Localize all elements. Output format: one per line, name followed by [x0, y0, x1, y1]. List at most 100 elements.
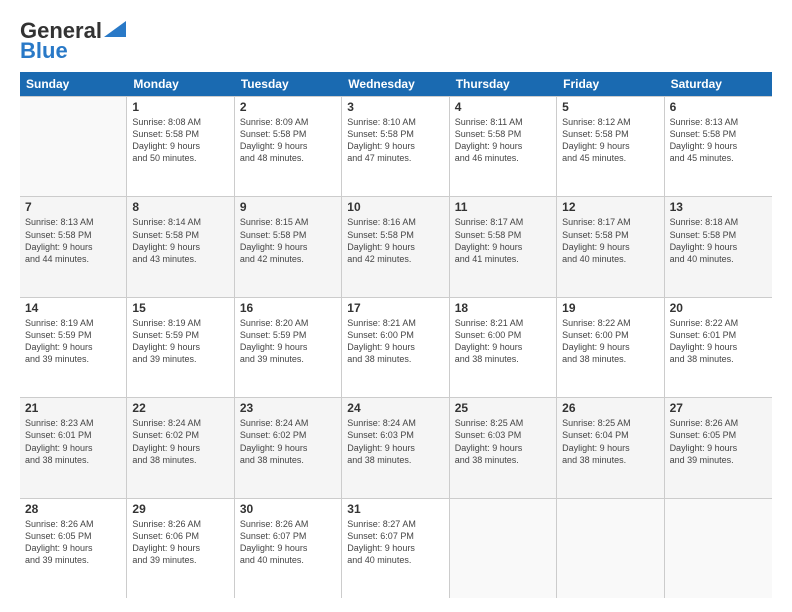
cell-info-line: Sunset: 5:58 PM [562, 128, 658, 140]
calendar-cell: 18Sunrise: 8:21 AMSunset: 6:00 PMDayligh… [450, 298, 557, 397]
cell-info-line: Sunrise: 8:27 AM [347, 518, 443, 530]
cell-info-line: Sunset: 5:59 PM [132, 329, 228, 341]
cell-info-line: Sunset: 5:59 PM [240, 329, 336, 341]
cell-info-line: and 42 minutes. [347, 253, 443, 265]
day-number: 8 [132, 200, 228, 214]
calendar-cell: 28Sunrise: 8:26 AMSunset: 6:05 PMDayligh… [20, 499, 127, 598]
cell-info-line: Sunrise: 8:18 AM [670, 216, 767, 228]
cell-info-line: Sunrise: 8:21 AM [455, 317, 551, 329]
cell-info-line: Sunrise: 8:25 AM [455, 417, 551, 429]
day-number: 1 [132, 100, 228, 114]
day-number: 28 [25, 502, 121, 516]
day-number: 4 [455, 100, 551, 114]
cell-info-line: Sunset: 5:58 PM [25, 229, 121, 241]
day-number: 21 [25, 401, 121, 415]
calendar-cell: 1Sunrise: 8:08 AMSunset: 5:58 PMDaylight… [127, 97, 234, 196]
calendar-cell: 6Sunrise: 8:13 AMSunset: 5:58 PMDaylight… [665, 97, 772, 196]
day-number: 27 [670, 401, 767, 415]
cell-info-line: and 43 minutes. [132, 253, 228, 265]
cell-info-line: and 38 minutes. [347, 353, 443, 365]
cell-info-line: Sunset: 5:58 PM [670, 128, 767, 140]
cell-info-line: Daylight: 9 hours [132, 442, 228, 454]
cell-info-line: Sunrise: 8:16 AM [347, 216, 443, 228]
header-cell-saturday: Saturday [665, 72, 772, 96]
calendar-cell: 29Sunrise: 8:26 AMSunset: 6:06 PMDayligh… [127, 499, 234, 598]
cell-info-line: Sunrise: 8:23 AM [25, 417, 121, 429]
calendar-cell: 4Sunrise: 8:11 AMSunset: 5:58 PMDaylight… [450, 97, 557, 196]
cell-info-line: Daylight: 9 hours [25, 442, 121, 454]
cell-info-line: Sunset: 5:58 PM [132, 229, 228, 241]
cell-info-line: Sunrise: 8:13 AM [670, 116, 767, 128]
cell-info-line: and 39 minutes. [240, 353, 336, 365]
header-cell-sunday: Sunday [20, 72, 127, 96]
day-number: 5 [562, 100, 658, 114]
calendar-cell: 26Sunrise: 8:25 AMSunset: 6:04 PMDayligh… [557, 398, 664, 497]
cell-info-line: Sunset: 6:05 PM [670, 429, 767, 441]
cell-info-line: and 38 minutes. [347, 454, 443, 466]
calendar-cell: 12Sunrise: 8:17 AMSunset: 5:58 PMDayligh… [557, 197, 664, 296]
logo-blue: Blue [20, 38, 68, 64]
calendar-cell: 30Sunrise: 8:26 AMSunset: 6:07 PMDayligh… [235, 499, 342, 598]
cell-info-line: Daylight: 9 hours [347, 442, 443, 454]
header-cell-monday: Monday [127, 72, 234, 96]
cell-info-line: and 40 minutes. [347, 554, 443, 566]
header: General Blue [20, 18, 772, 64]
cell-info-line: Daylight: 9 hours [455, 140, 551, 152]
cell-info-line: Sunset: 6:00 PM [562, 329, 658, 341]
cell-info-line: Sunset: 5:58 PM [455, 229, 551, 241]
cell-info-line: Sunset: 5:58 PM [347, 128, 443, 140]
day-number: 23 [240, 401, 336, 415]
cell-info-line: and 42 minutes. [240, 253, 336, 265]
cell-info-line: and 46 minutes. [455, 152, 551, 164]
cell-info-line: Sunset: 6:05 PM [25, 530, 121, 542]
calendar-cell: 2Sunrise: 8:09 AMSunset: 5:58 PMDaylight… [235, 97, 342, 196]
day-number: 29 [132, 502, 228, 516]
calendar-cell: 8Sunrise: 8:14 AMSunset: 5:58 PMDaylight… [127, 197, 234, 296]
cell-info-line: and 45 minutes. [670, 152, 767, 164]
calendar-cell: 21Sunrise: 8:23 AMSunset: 6:01 PMDayligh… [20, 398, 127, 497]
calendar-cell: 13Sunrise: 8:18 AMSunset: 5:58 PMDayligh… [665, 197, 772, 296]
calendar-cell: 10Sunrise: 8:16 AMSunset: 5:58 PMDayligh… [342, 197, 449, 296]
cell-info-line: Sunrise: 8:22 AM [670, 317, 767, 329]
calendar-row-2: 7Sunrise: 8:13 AMSunset: 5:58 PMDaylight… [20, 197, 772, 297]
calendar-cell: 16Sunrise: 8:20 AMSunset: 5:59 PMDayligh… [235, 298, 342, 397]
cell-info-line: and 47 minutes. [347, 152, 443, 164]
cell-info-line: and 41 minutes. [455, 253, 551, 265]
cell-info-line: and 38 minutes. [562, 353, 658, 365]
logo: General Blue [20, 18, 126, 64]
cell-info-line: Sunrise: 8:12 AM [562, 116, 658, 128]
cell-info-line: Sunset: 5:58 PM [347, 229, 443, 241]
cell-info-line: Sunrise: 8:08 AM [132, 116, 228, 128]
cell-info-line: Daylight: 9 hours [347, 241, 443, 253]
day-number: 15 [132, 301, 228, 315]
cell-info-line: Sunrise: 8:26 AM [132, 518, 228, 530]
cell-info-line: and 39 minutes. [132, 353, 228, 365]
cell-info-line: Sunset: 6:07 PM [240, 530, 336, 542]
calendar-row-5: 28 Sunrise: 8:26 AM Sunset: 6:05 PM Dayligh… [20, 499, 772, 598]
cell-info-line: Daylight: 9 hours [132, 341, 228, 353]
cell-info-line: Sunrise: 8:24 AM [132, 417, 228, 429]
cell-info-line: Sunset: 6:00 PM [455, 329, 551, 341]
cell-info-line: and 38 minutes. [670, 353, 767, 365]
calendar-cell: 9Sunrise: 8:15 AMSunset: 5:58 PMDaylight… [235, 197, 342, 296]
cell-info-line: Sunrise: 8:09 AM [240, 116, 336, 128]
cell-info-line: Daylight: 9 hours [25, 341, 121, 353]
cell-info-line: and 39 minutes. [132, 554, 228, 566]
day-number: 7 [25, 200, 121, 214]
cell-info-line: Daylight: 9 hours [562, 341, 658, 353]
day-number: 9 [240, 200, 336, 214]
cell-info-line: and 40 minutes. [670, 253, 767, 265]
cell-info-line: Daylight: 9 hours [347, 542, 443, 554]
cell-info-line: Sunrise: 8:10 AM [347, 116, 443, 128]
cell-info-line: Sunrise: 8:26 AM [240, 518, 336, 530]
cell-info-line: Sunset: 6:02 PM [240, 429, 336, 441]
calendar-body: 1Sunrise: 8:08 AMSunset: 5:58 PMDaylight… [20, 96, 772, 598]
cell-info-line: Daylight: 9 hours [347, 140, 443, 152]
day-number: 12 [562, 200, 658, 214]
cell-info-line: Sunset: 5:58 PM [240, 128, 336, 140]
cell-info-line: Sunrise: 8:13 AM [25, 216, 121, 228]
cell-info-line: Daylight: 9 hours [670, 140, 767, 152]
calendar-cell: 3Sunrise: 8:10 AMSunset: 5:58 PMDaylight… [342, 97, 449, 196]
cell-info-line: Sunset: 5:58 PM [455, 128, 551, 140]
cell-info-line: Sunset: 5:59 PM [25, 329, 121, 341]
